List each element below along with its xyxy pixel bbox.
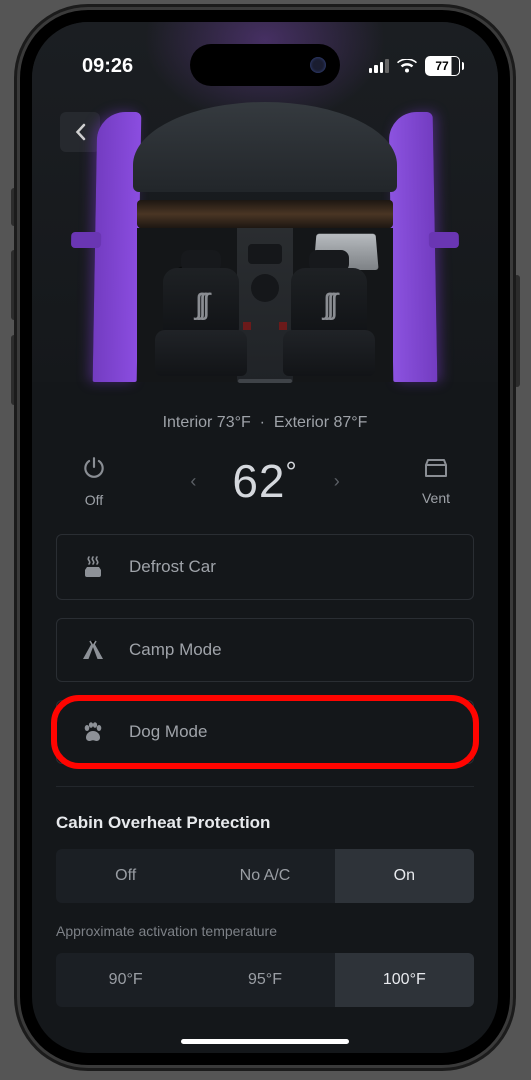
tent-icon	[79, 639, 107, 661]
vent-icon	[423, 457, 449, 482]
defrost-label: Defrost Car	[129, 557, 216, 577]
dog-label: Dog Mode	[129, 722, 207, 742]
dynamic-island	[190, 44, 340, 86]
temp-95[interactable]: 95°F	[195, 953, 334, 1007]
back-button[interactable]	[60, 112, 100, 152]
paw-icon	[79, 721, 107, 743]
status-time: 09:26	[82, 55, 133, 78]
activation-temp-segmented: 90°F 95°F 100°F	[56, 953, 474, 1007]
drag-handle[interactable]	[238, 379, 292, 383]
driver-seat[interactable]: ʃʃʃ	[155, 268, 247, 376]
overheat-on[interactable]: On	[335, 849, 474, 903]
temp-90[interactable]: 90°F	[56, 953, 195, 1007]
vent-button[interactable]: Vent	[406, 457, 466, 506]
camp-mode-button[interactable]: Camp Mode	[56, 618, 474, 682]
defrost-car-button[interactable]: Defrost Car	[56, 534, 474, 600]
wifi-icon	[397, 59, 417, 74]
passenger-seat[interactable]: ʃʃʃ	[283, 268, 375, 376]
power-icon	[81, 455, 107, 484]
phone-frame: 09:26 77	[20, 10, 510, 1065]
chevron-left-icon	[75, 123, 86, 141]
temperature-readout: Interior 73°F · Exterior 87°F	[56, 414, 474, 432]
overheat-segmented: Off No A/C On	[56, 849, 474, 903]
set-temperature[interactable]: 62°	[232, 454, 297, 508]
activation-temp-label: Approximate activation temperature	[56, 923, 474, 939]
seat-heat-icon: ʃʃʃ	[196, 288, 207, 322]
temp-100[interactable]: 100°F	[335, 953, 474, 1007]
temp-increase-button[interactable]: ›	[324, 461, 350, 502]
climate-power-button[interactable]: Off	[64, 455, 124, 508]
dog-mode-button[interactable]: Dog Mode	[56, 700, 474, 764]
camp-label: Camp Mode	[129, 640, 222, 660]
seat-heat-icon: ʃʃʃ	[324, 288, 335, 322]
home-indicator[interactable]	[181, 1039, 349, 1044]
overheat-off[interactable]: Off	[56, 849, 195, 903]
battery-icon: 77	[425, 56, 465, 76]
temp-decrease-button[interactable]: ‹	[180, 461, 206, 502]
vent-label: Vent	[422, 490, 450, 506]
overheat-noac[interactable]: No A/C	[195, 849, 334, 903]
screen: 09:26 77	[32, 22, 498, 1053]
power-label: Off	[85, 492, 103, 508]
cellular-icon	[369, 59, 389, 73]
overheat-title: Cabin Overheat Protection	[56, 813, 474, 833]
defrost-icon	[79, 555, 107, 579]
